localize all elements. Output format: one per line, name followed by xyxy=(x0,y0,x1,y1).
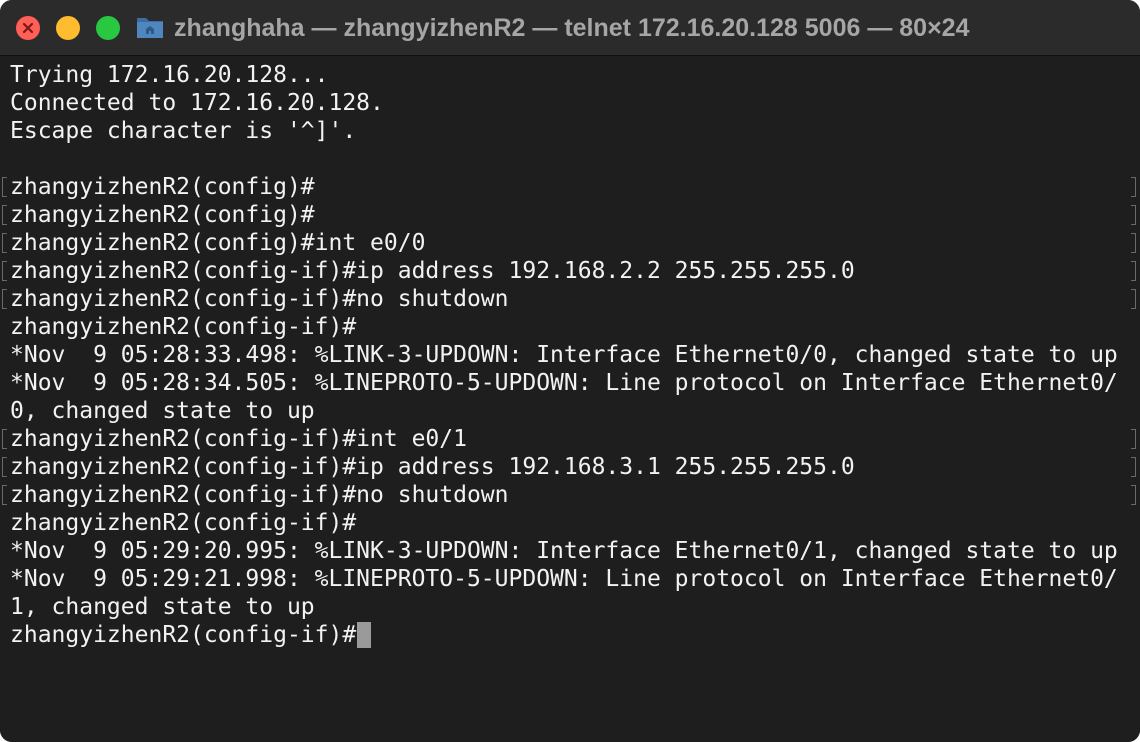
terminal-line: zhangyizhenR2(config)# xyxy=(0,173,1140,201)
terminal-line: zhangyizhenR2(config)# xyxy=(0,201,1140,229)
terminal-line-text: *Nov 9 05:28:33.498: %LINK-3-UPDOWN: Int… xyxy=(10,342,1118,368)
title-bar[interactable]: zhanghaha — zhangyizhenR2 — telnet 172.1… xyxy=(0,0,1140,56)
terminal-line-text: zhangyizhenR2(config-if)# xyxy=(10,314,357,340)
terminal-line: Connected to 172.16.20.128. xyxy=(0,89,1140,117)
terminal-line: 0, changed state to up xyxy=(0,397,1140,425)
line-mark-right xyxy=(1131,177,1136,197)
line-mark-left xyxy=(2,233,7,253)
terminal-line-text: zhangyizhenR2(config-if)#no shutdown xyxy=(10,286,509,312)
line-mark-left xyxy=(2,177,7,197)
terminal-line-text: zhangyizhenR2(config)#int e0/0 xyxy=(10,230,426,256)
zoom-button[interactable] xyxy=(96,16,120,40)
minimize-button[interactable] xyxy=(56,16,80,40)
terminal-line-text: zhangyizhenR2(config-if)#int e0/1 xyxy=(10,426,467,452)
terminal-line: zhangyizhenR2(config)#int e0/0 xyxy=(0,229,1140,257)
window-title: zhanghaha — zhangyizhenR2 — telnet 172.1… xyxy=(174,14,970,42)
terminal-line: *Nov 9 05:29:21.998: %LINEPROTO-5-UPDOWN… xyxy=(0,565,1140,593)
terminal-line-text: zhangyizhenR2(config)# xyxy=(10,202,315,228)
terminal-line-text: Connected to 172.16.20.128. xyxy=(10,90,384,116)
terminal-line-text: *Nov 9 05:28:34.505: %LINEPROTO-5-UPDOWN… xyxy=(10,370,1118,396)
terminal-line: 1, changed state to up xyxy=(0,593,1140,621)
terminal-line-text: zhangyizhenR2(config-if)#ip address 192.… xyxy=(10,258,855,284)
line-mark-right xyxy=(1131,429,1136,449)
terminal-line: Trying 172.16.20.128... xyxy=(0,61,1140,89)
line-mark-right xyxy=(1131,485,1136,505)
line-mark-left xyxy=(2,261,7,281)
line-mark-right xyxy=(1131,233,1136,253)
line-mark-left xyxy=(2,457,7,477)
terminal-line-text: zhangyizhenR2(config-if)#ip address 192.… xyxy=(10,454,855,480)
terminal-line: zhangyizhenR2(config-if)# xyxy=(0,621,1140,649)
terminal-line: *Nov 9 05:28:33.498: %LINK-3-UPDOWN: Int… xyxy=(0,341,1140,369)
terminal-line: zhangyizhenR2(config-if)#no shutdown xyxy=(0,285,1140,313)
terminal-line: Escape character is '^]'. xyxy=(0,117,1140,145)
terminal-line-text: 0, changed state to up xyxy=(10,398,315,424)
terminal-window: zhanghaha — zhangyizhenR2 — telnet 172.1… xyxy=(0,0,1140,742)
terminal-line-text: *Nov 9 05:29:20.995: %LINK-3-UPDOWN: Int… xyxy=(10,538,1118,564)
text-cursor xyxy=(357,622,372,648)
terminal-output[interactable]: Trying 172.16.20.128... Connected to 172.… xyxy=(0,57,1140,742)
close-icon xyxy=(22,22,34,34)
line-mark-right xyxy=(1131,205,1136,225)
terminal-line: *Nov 9 05:28:34.505: %LINEPROTO-5-UPDOWN… xyxy=(0,369,1140,397)
terminal-line-text: 1, changed state to up xyxy=(10,594,315,620)
line-mark-right xyxy=(1131,261,1136,281)
folder-icon xyxy=(137,18,163,38)
line-mark-left xyxy=(2,289,7,309)
terminal-line-text: *Nov 9 05:29:21.998: %LINEPROTO-5-UPDOWN… xyxy=(10,566,1118,592)
terminal-line: zhangyizhenR2(config-if)#no shutdown xyxy=(0,481,1140,509)
terminal-line: *Nov 9 05:29:20.995: %LINK-3-UPDOWN: Int… xyxy=(0,537,1140,565)
close-button[interactable] xyxy=(16,16,40,40)
line-mark-right xyxy=(1131,289,1136,309)
terminal-line: zhangyizhenR2(config-if)#int e0/1 xyxy=(0,425,1140,453)
terminal-line: zhangyizhenR2(config-if)#ip address 192.… xyxy=(0,257,1140,285)
terminal-line-text: zhangyizhenR2(config)# xyxy=(10,174,315,200)
line-mark-left xyxy=(2,205,7,225)
line-mark-left xyxy=(2,429,7,449)
terminal-line-text: zhangyizhenR2(config-if)# xyxy=(10,510,357,536)
terminal-line-text: Escape character is '^]'. xyxy=(10,118,357,144)
terminal-line-text: Trying 172.16.20.128... xyxy=(10,62,329,88)
line-mark-right xyxy=(1131,457,1136,477)
terminal-line: zhangyizhenR2(config-if)# xyxy=(0,509,1140,537)
terminal-line-text: zhangyizhenR2(config-if)#no shutdown xyxy=(10,482,509,508)
terminal-line: zhangyizhenR2(config-if)# xyxy=(0,313,1140,341)
line-mark-left xyxy=(2,485,7,505)
terminal-line: zhangyizhenR2(config-if)#ip address 192.… xyxy=(0,453,1140,481)
terminal-line-text: zhangyizhenR2(config-if)# xyxy=(10,622,357,648)
